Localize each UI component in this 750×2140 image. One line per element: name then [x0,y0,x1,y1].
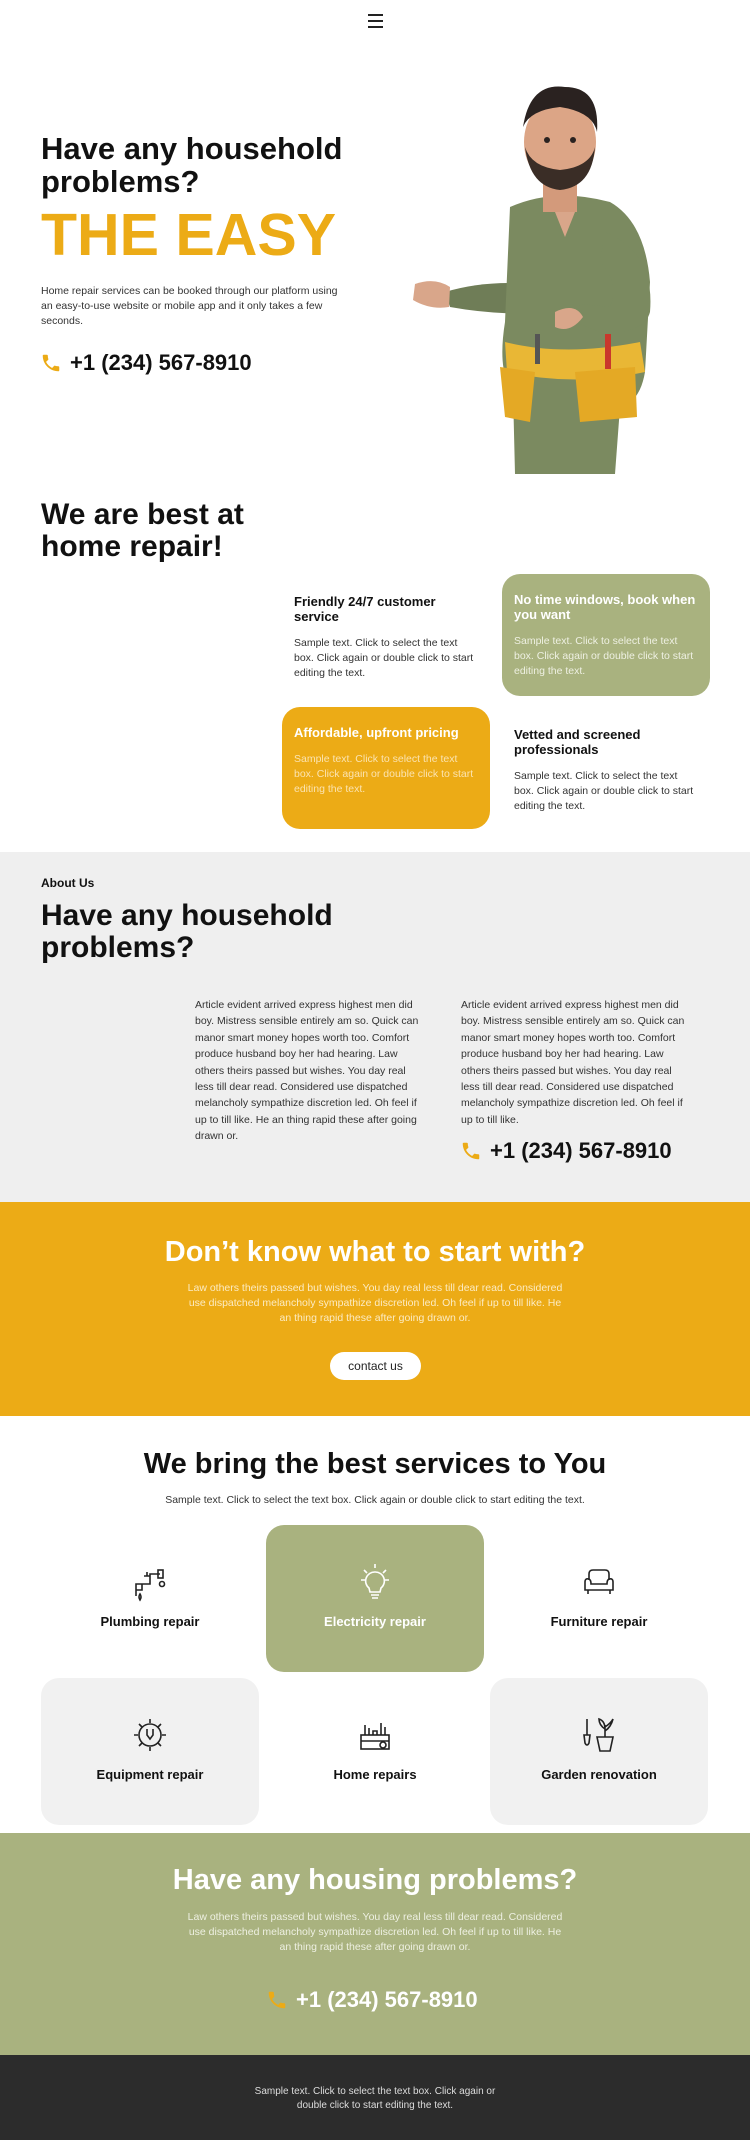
hero-highlight: THE EASY [41,202,337,268]
hero-description: Home repair services can be booked throu… [41,285,338,327]
feature-card-text: Sample text. Click to select the text bo… [514,770,694,812]
services-description: Sample text. Click to select the text bo… [165,1494,585,1506]
hamburger-menu-icon[interactable] [368,14,383,28]
service-label: Plumbing repair [100,1614,200,1629]
feature-card-no-time-windows: No time windows, book when you want Samp… [502,574,710,696]
cta-title: Don’t know what to start with? [164,1236,586,1268]
service-label: Garden renovation [541,1767,657,1782]
hero-title: Have any household problems? [41,131,343,199]
service-garden-renovation[interactable]: Garden renovation [490,1678,708,1825]
phone-icon [268,1991,286,2009]
feature-card-title: Affordable, upfront pricing [294,725,459,740]
feature-card-vetted-professionals: Vetted and screened professionals Sample… [502,709,712,827]
service-label: Electricity repair [324,1614,426,1629]
feature-card-text: Sample text. Click to select the text bo… [294,637,474,679]
armchair-icon [584,1569,614,1594]
handyman-photo [413,86,651,474]
feature-card-title: Vetted and screened professionals [514,727,641,757]
hero-phone-link[interactable]: +1 (234) 567-8910 [40,350,252,376]
feature-card-customer-service: Friendly 24/7 customer service Sample te… [282,576,492,694]
feature-card-title: No time windows, book when you want [514,592,696,622]
footer-text: Sample text. Click to select the text bo… [254,2086,496,2111]
about-label: About Us [41,876,95,890]
plumbing-pipe-icon [135,1569,166,1602]
services-title: We bring the best services to You [143,1448,607,1480]
about-title: Have any household problems? [41,899,333,964]
housing-phone-link[interactable]: +1 (234) 567-8910 [266,1987,478,2013]
feature-card-text: Sample text. Click to select the text bo… [514,635,694,677]
plant-pot-shovel-icon [583,1717,614,1752]
housing-title: Have any housing problems? [172,1864,578,1896]
about-phone-number: +1 (234) 567-8910 [490,1138,672,1163]
about-text-left: Article evident arrived express highest … [195,999,419,1143]
hero-phone-number: +1 (234) 567-8910 [70,350,252,375]
contact-us-button[interactable]: contact us [330,1352,421,1380]
service-equipment-repair[interactable]: Equipment repair [41,1678,259,1825]
phone-icon [462,1142,480,1160]
best-section-title: We are best at home repair! [41,498,244,563]
feature-card-pricing: Affordable, upfront pricing Sample text.… [282,707,490,829]
about-text-right: Article evident arrived express highest … [461,999,685,1126]
service-electricity-repair[interactable]: Electricity repair [266,1525,484,1672]
service-label: Home repairs [333,1767,417,1782]
service-furniture-repair[interactable]: Furniture repair [490,1525,708,1672]
phone-icon [42,354,60,372]
service-label: Equipment repair [96,1767,204,1782]
gear-wrench-icon [134,1719,166,1751]
cta-description: Law others theirs passed but wishes. You… [187,1282,563,1324]
service-plumbing-repair[interactable]: Plumbing repair [41,1525,259,1672]
housing-phone-number: +1 (234) 567-8910 [296,1987,478,2012]
service-home-repairs[interactable]: Home repairs [266,1678,484,1825]
feature-card-title: Friendly 24/7 customer service [294,594,436,624]
feature-card-text: Sample text. Click to select the text bo… [294,753,474,795]
housing-description: Law others theirs passed but wishes. You… [187,1911,563,1953]
about-phone-link[interactable]: +1 (234) 567-8910 [460,1138,672,1164]
toolbox-icon [360,1723,390,1750]
lightbulb-icon [361,1564,389,1599]
service-label: Furniture repair [550,1614,648,1629]
